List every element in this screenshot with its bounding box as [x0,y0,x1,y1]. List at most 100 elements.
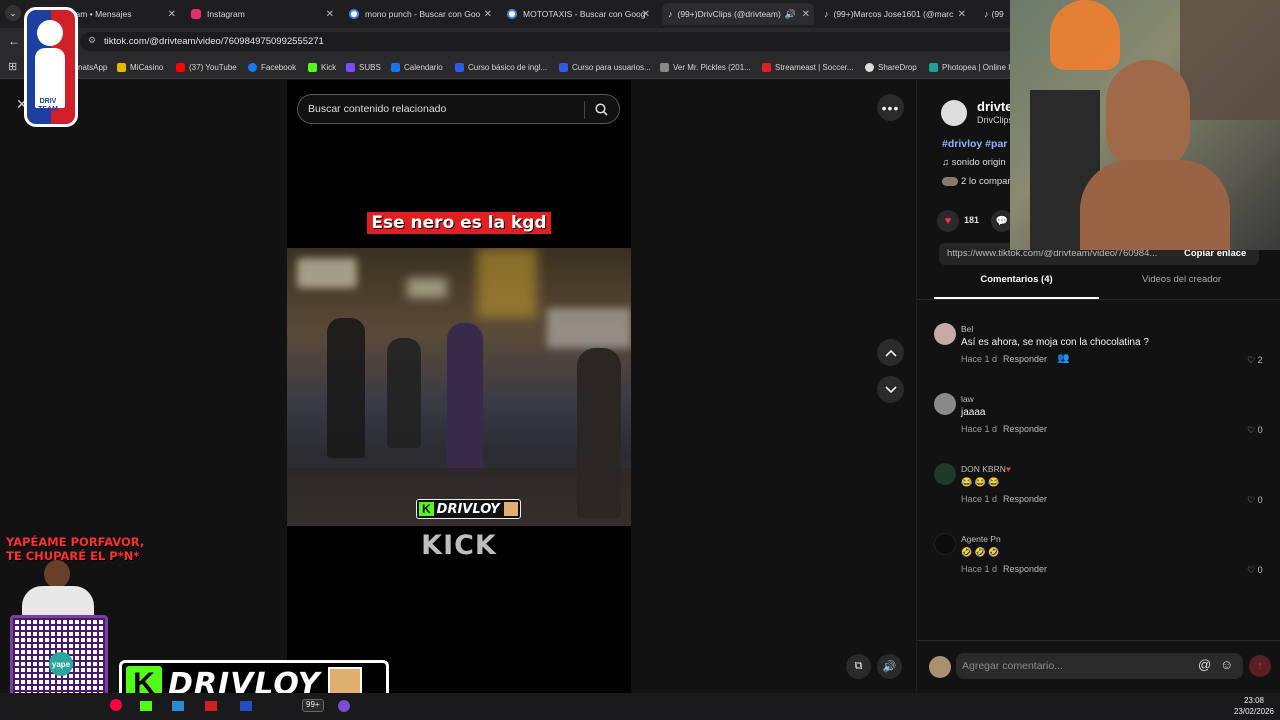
author-avatar[interactable] [941,100,967,126]
tab-drivclips[interactable]: ♪ (99+)DrivClips (@drivteam) 🔊 ✕ [662,3,814,25]
heart-icon: ♥ [1005,464,1011,474]
streamer-head [1106,60,1190,170]
app-icon[interactable] [240,701,252,711]
app-icon[interactable] [140,701,152,711]
app-icon[interactable] [110,699,122,711]
bookmark-photopea[interactable]: Photopea | Online I [929,60,1010,74]
bookmark-subs[interactable]: SUBS [346,60,381,74]
volume-button[interactable]: 🔊 [877,654,902,679]
site-info-icon[interactable]: ⚙ [88,35,96,46]
close-icon[interactable]: ✕ [326,9,334,20]
emoji-icon[interactable]: ☺ [1220,657,1233,672]
reply-button[interactable]: Responder [1003,494,1047,504]
yape-character-image [4,560,109,616]
comment-like[interactable]: ♡ 0 [1247,565,1263,576]
commenter-avatar[interactable] [934,393,956,415]
close-icon[interactable]: ✕ [168,9,176,20]
yape-message: YAPÉAME PORFAVOR, TE CHUPARÉ EL P*N* [6,535,144,563]
like-button[interactable]: ♥ [937,210,959,232]
next-video-button[interactable] [877,376,904,403]
back-icon[interactable]: ← [8,34,20,48]
video-frame [287,248,631,526]
apps-grid-icon[interactable]: ⊞ [8,60,17,73]
app-icon[interactable] [172,701,184,711]
tab-instagram[interactable]: Instagram ✕ [188,3,338,25]
floating-player-button[interactable]: ⧉ [846,654,871,679]
add-comment-input[interactable]: Agregar comentario... @ ☺ [956,653,1243,679]
photopea-icon [929,62,938,72]
close-icon[interactable]: ✕ [958,9,966,20]
tab-list-button[interactable]: ⌄ [5,5,21,21]
shared-by[interactable]: 2 lo compar [942,176,1011,187]
tab-comments[interactable]: Comentarios (4) [934,274,1099,285]
tab-divider [917,299,1280,300]
comment-time: Hace 1 d [961,354,998,364]
notification-badge[interactable]: 99+ [302,699,324,712]
kick-logo: KICK [287,530,631,561]
comment-like[interactable]: ♡ 0 [1247,495,1263,506]
post-comment-button[interactable]: ↑ [1249,655,1271,677]
commenter-name[interactable]: law [961,394,974,404]
reply-button[interactable]: Responder [1003,424,1047,434]
speaker-icon[interactable]: 🔊 [785,9,796,20]
more-options-button[interactable]: ••• [877,94,904,121]
tab-more[interactable]: ♪ (99 [980,3,1010,25]
tab-creator-videos[interactable]: Videos del creador [1099,274,1264,285]
clock[interactable]: 23:08 23/02/2026 [1232,695,1276,717]
light-blur [407,278,447,298]
app-icon[interactable] [338,700,350,712]
bookmark-label: Photopea | Online I [942,62,1011,72]
comment-time: Hace 1 d [961,564,998,574]
url-text: tiktok.com/@drivteam/video/7609849750992… [104,36,324,47]
bookmark-micasino[interactable]: MiCasino [117,60,163,74]
comment-time: Hace 1 d [961,424,998,434]
close-icon[interactable]: ✕ [642,9,650,20]
commenter-avatar[interactable] [934,323,956,345]
google-icon [349,9,359,19]
bookmark-facebook[interactable]: Facebook [248,60,296,74]
kick-icon: K [419,502,434,516]
previous-video-button[interactable] [877,339,904,366]
bookmark-label: natsApp [78,62,108,72]
search-icon[interactable] [595,103,608,116]
bookmark-calendario[interactable]: Calendario [391,60,443,74]
bookmark-sharedrop[interactable]: ShareDrop [865,60,917,74]
close-icon[interactable]: ✕ [484,9,492,20]
commenter-name[interactable]: Bel [961,324,973,334]
tab-marcos-jose[interactable]: ♪ (99+)Marcos Jose1601 (@marc ✕ [820,3,970,25]
bookmark-label: Streameast | Soccer... [775,62,854,72]
sound-link[interactable]: ♫ sonido origin [942,157,1006,168]
hashtags-link[interactable]: #drivloy #par [942,138,1007,150]
bookmark-label: Calendario [404,62,443,72]
commenter-name[interactable]: DON KBRN♥ [961,464,1011,474]
comment-like[interactable]: ♡ 0 [1247,425,1263,436]
bookmark-mr-pickles[interactable]: Ver Mr. Pickles (201... [660,60,751,74]
bookmark-kick[interactable]: Kick [308,60,336,74]
reply-button[interactable]: Responder [1003,564,1047,574]
coursera-icon [455,62,464,72]
search-placeholder: Buscar contenido relacionado [308,103,447,115]
address-bar[interactable]: ⚙ tiktok.com/@drivteam/video/76098497509… [80,32,1080,51]
streamer-torso [1080,160,1230,250]
commenter-avatar[interactable] [934,533,956,555]
plush-toy [1050,0,1120,70]
bookmark-streameast[interactable]: Streameast | Soccer... [762,60,854,74]
bookmark-curso-ingles[interactable]: Curso básico de ingl... [455,60,547,74]
commenter-name[interactable]: Agente Pn [961,534,1001,544]
commenter-avatar[interactable] [934,463,956,485]
tab-instagram-messages[interactable]: gram • Mensajes ✕ [68,3,180,25]
bookmark-curso-usuarios[interactable]: Curso para usuarios... [559,60,651,74]
bookmark-whatsapp[interactable]: natsApp [78,60,107,74]
related-search-input[interactable]: Buscar contenido relacionado [297,94,620,124]
comment-text: Así es ahora, se moja con la chocolatina… [961,337,1149,348]
app-icon[interactable] [205,701,217,711]
tab-google-mono-punch[interactable]: mono punch - Buscar con Goo ✕ [346,3,496,25]
taskbar: 99+ 23:08 23/02/2026 [0,693,1280,720]
comment-like[interactable]: ♡ 2 [1247,355,1263,366]
reply-button[interactable]: Responder [1003,354,1047,364]
bookmark-youtube[interactable]: (37) YouTube [176,60,237,74]
tab-google-mototaxis[interactable]: MOTOTAXIS - Buscar con Goog ✕ [504,3,654,25]
mention-icon[interactable]: @ [1198,657,1211,672]
close-icon[interactable]: ✕ [802,9,810,20]
author-name[interactable]: drivte [977,99,1012,114]
